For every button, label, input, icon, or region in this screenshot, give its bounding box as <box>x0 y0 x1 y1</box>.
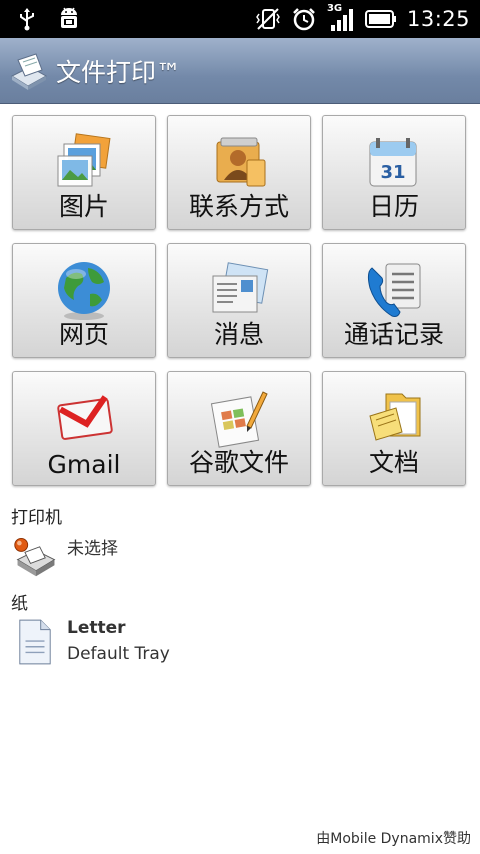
tile-calendar[interactable]: 31 日历 <box>322 115 466 230</box>
printer-icon <box>14 538 56 577</box>
title-bar: 文件打印™ <box>0 38 480 104</box>
tile-label: 联系方式 <box>188 192 289 221</box>
tile-contacts[interactable]: 联系方式 <box>167 115 311 230</box>
status-bar: 3G 13:25 <box>0 0 480 38</box>
calendar-icon: 31 <box>369 138 417 187</box>
printer-section-label: 打印机 <box>11 508 62 528</box>
printer-app-icon <box>10 53 48 90</box>
android-debug-icon <box>61 7 77 28</box>
tile-label: 日历 <box>368 192 419 221</box>
tile-pictures[interactable]: 图片 <box>12 115 156 230</box>
paper-section-label: 纸 <box>11 594 28 614</box>
app-title: 文件打印™ <box>56 58 182 87</box>
tile-web[interactable]: 网页 <box>12 243 156 358</box>
status-right-icons: 3G 13:25 <box>255 3 470 33</box>
globe-icon <box>58 262 110 320</box>
tile-google-docs[interactable]: 谷歌文件 <box>167 371 311 486</box>
paper-tray: Default Tray <box>67 644 170 664</box>
signal-3g-icon: 3G <box>327 3 355 33</box>
paper-document-icon <box>19 619 51 665</box>
printer-row[interactable]: 未选择 <box>10 528 470 580</box>
tile-documents[interactable]: 文档 <box>322 371 466 486</box>
tile-gmail[interactable]: Gmail <box>12 371 156 486</box>
alarm-icon <box>293 8 315 31</box>
tile-label: 谷歌文件 <box>188 448 289 477</box>
pictures-icon <box>57 133 111 187</box>
tile-messages[interactable]: 消息 <box>167 243 311 358</box>
tile-label: 通话记录 <box>343 320 444 349</box>
calendar-day: 31 <box>380 162 405 183</box>
status-left-icons <box>14 6 82 32</box>
tile-call-log[interactable]: 通话记录 <box>322 243 466 358</box>
tile-label: 消息 <box>213 320 264 349</box>
gmail-icon <box>57 395 113 440</box>
google-docs-icon <box>210 391 268 448</box>
documents-folder-icon <box>369 393 421 441</box>
tile-label: 文档 <box>368 448 419 477</box>
contacts-icon <box>216 137 266 187</box>
vibrate-off-icon <box>256 8 280 30</box>
call-log-icon <box>367 263 421 317</box>
messages-icon <box>212 262 269 313</box>
usb-icon <box>20 8 34 31</box>
tile-label: Gmail <box>47 450 121 479</box>
tile-label: 网页 <box>58 320 109 349</box>
battery-icon <box>364 10 396 28</box>
paper-size: Letter <box>67 618 126 638</box>
sponsor-footer[interactable]: 由Mobile Dynamix赞助 <box>316 828 471 848</box>
printer-value: 未选择 <box>67 539 118 559</box>
paper-row[interactable]: Letter Default Tray <box>10 614 470 670</box>
status-time: 13:25 <box>406 7 470 31</box>
tile-label: 图片 <box>58 192 109 221</box>
